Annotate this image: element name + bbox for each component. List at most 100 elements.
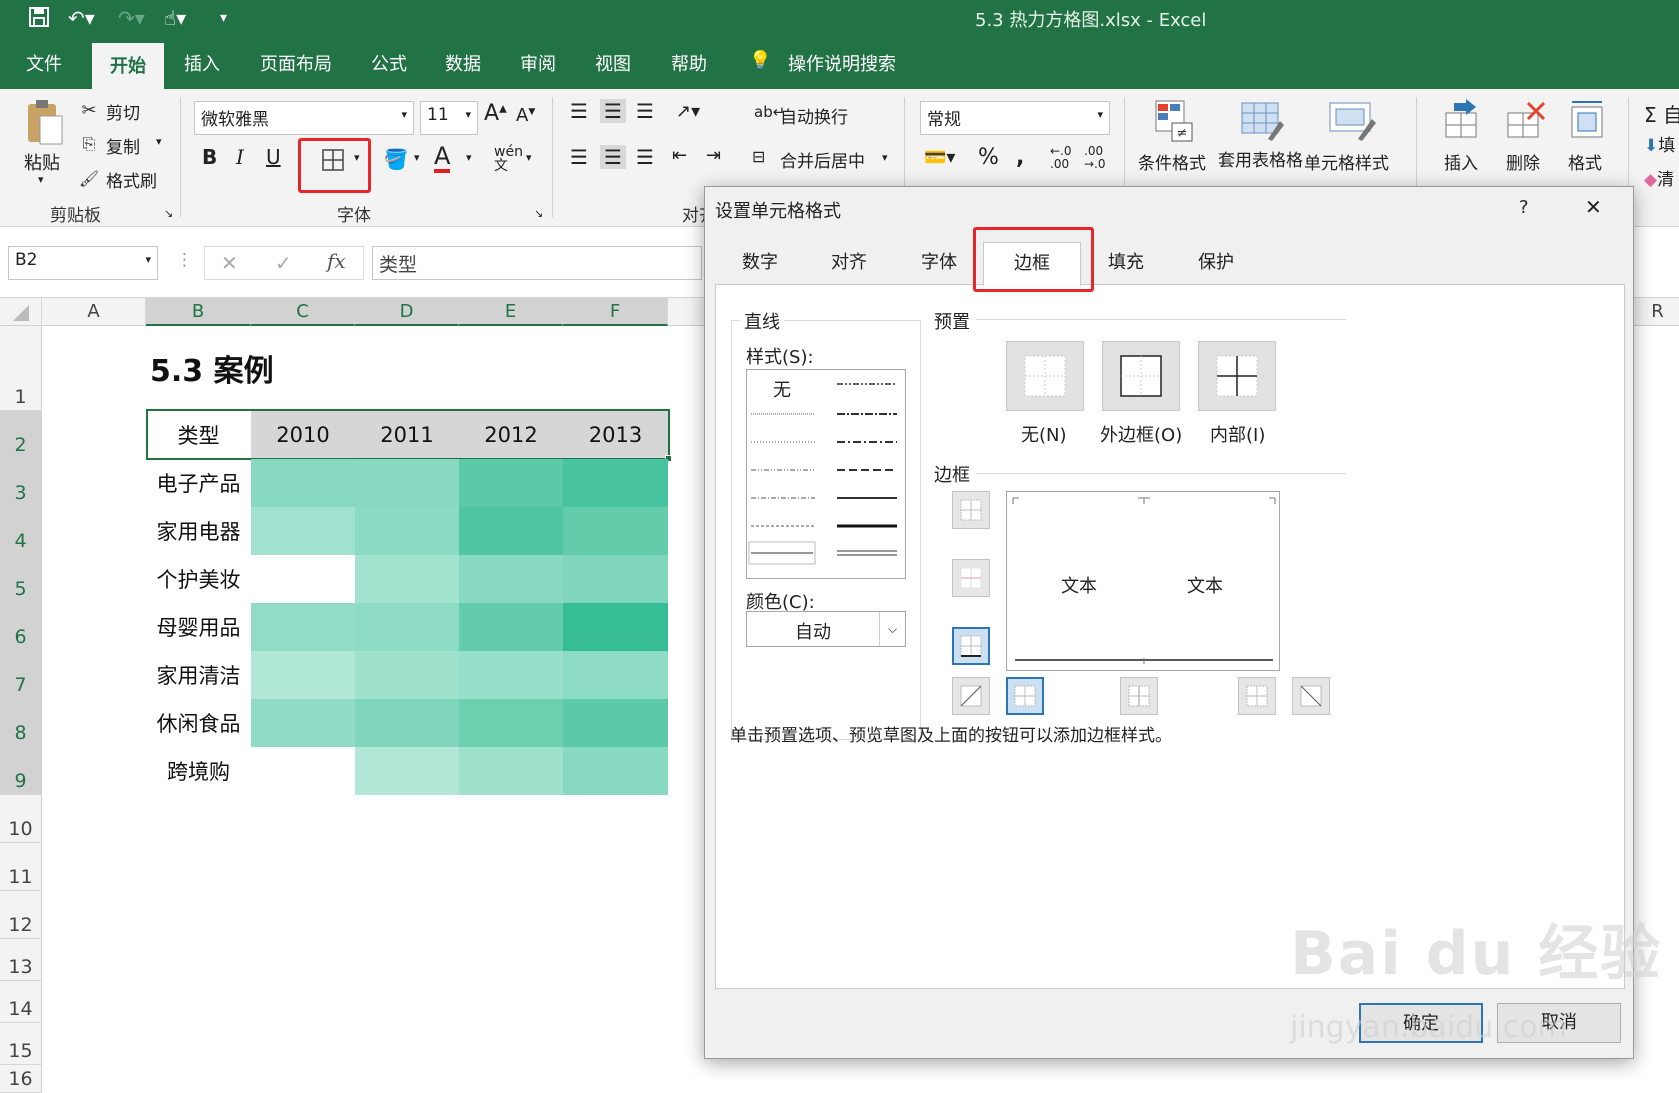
column-header-r[interactable]: R (1636, 298, 1679, 326)
category-cell[interactable]: 母婴用品 (146, 603, 251, 651)
category-cell[interactable]: 电子产品 (146, 459, 251, 507)
color-picker[interactable]: 自动 ⌵ (746, 611, 906, 647)
row-header-2[interactable]: 2 (0, 411, 42, 459)
insert-cells-button[interactable]: 插入 (1444, 149, 1478, 174)
decrease-indent-icon[interactable]: ⇤ (672, 145, 687, 166)
category-cell[interactable]: 家用清洁 (146, 651, 251, 699)
heatmap-cell[interactable] (459, 699, 563, 747)
clear-button[interactable]: ◆清 (1644, 165, 1674, 190)
border-inside-vertical-icon[interactable] (1120, 677, 1158, 715)
font-color-icon[interactable]: A (434, 143, 451, 173)
heatmap-cell[interactable] (251, 747, 355, 795)
merge-center-button[interactable]: 合并后居中 (780, 147, 865, 172)
font-color-dropdown-icon[interactable]: ▾ (466, 151, 472, 164)
tell-me-search[interactable]: 操作说明搜索 (784, 50, 900, 76)
cell-styles-button[interactable]: 单元格样式 (1304, 149, 1389, 174)
dialog-tab-number[interactable]: 数字 (717, 242, 803, 284)
cut-button[interactable]: 剪切 (106, 99, 140, 124)
preset-none-icon[interactable] (1006, 341, 1084, 411)
row-header-3[interactable]: 3 (0, 459, 42, 507)
line-style-list[interactable]: 无 (746, 369, 906, 579)
table-format-button[interactable]: 套用表格格式 (1218, 149, 1308, 173)
copy-dropdown-icon[interactable]: ▾ (156, 135, 162, 148)
row-header-13[interactable]: 13 (0, 939, 42, 981)
confirm-entry-icon[interactable]: ✓ (275, 251, 292, 275)
heatmap-cell[interactable] (251, 459, 355, 507)
row-header-16[interactable]: 16 (0, 1065, 42, 1093)
heatmap-cell[interactable] (563, 747, 668, 795)
tab-file[interactable]: 文件 (22, 50, 66, 76)
phonetic-icon[interactable]: wén 文 (494, 145, 523, 173)
border-inside-horizontal-icon[interactable] (952, 559, 990, 597)
help-button[interactable]: ? (1519, 197, 1529, 218)
tab-data[interactable]: 数据 (441, 50, 485, 76)
row-header-5[interactable]: 5 (0, 555, 42, 603)
heatmap-cell[interactable] (355, 747, 459, 795)
column-header-e[interactable]: E (459, 298, 563, 326)
bold-button[interactable]: B (202, 145, 217, 169)
heatmap-cell[interactable] (563, 459, 668, 507)
paste-dropdown-icon[interactable]: ▾ (38, 173, 44, 186)
autosum-button[interactable]: Σ 自 (1644, 99, 1679, 128)
heatmap-cell[interactable] (459, 555, 563, 603)
heatmap-cell[interactable] (251, 699, 355, 747)
heatmap-cell[interactable] (355, 603, 459, 651)
fill-color-dropdown-icon[interactable]: ▾ (414, 151, 420, 164)
name-box[interactable]: B2 ▾ (8, 246, 158, 280)
dialog-tab-font[interactable]: 字体 (895, 242, 983, 284)
row-header-9[interactable]: 9 (0, 747, 42, 795)
save-icon[interactable] (28, 6, 50, 33)
increase-decimal-icon[interactable]: ←.0.00 (1050, 145, 1072, 171)
heatmap-cell[interactable] (251, 603, 355, 651)
border-top-icon[interactable] (952, 491, 990, 529)
format-painter-button[interactable]: 格式刷 (106, 167, 157, 192)
heatmap-cell[interactable] (563, 555, 668, 603)
align-top-icon[interactable]: ☰ (570, 99, 588, 123)
row-header-12[interactable]: 12 (0, 891, 42, 939)
line-style-samples[interactable] (747, 370, 907, 580)
row-header-4[interactable]: 4 (0, 507, 42, 555)
heatmap-cell[interactable] (563, 507, 668, 555)
shrink-font-icon[interactable]: A▼ (516, 105, 535, 126)
underline-button[interactable]: U (266, 145, 281, 169)
italic-button[interactable]: I (236, 145, 244, 169)
phonetic-dropdown-icon[interactable]: ▾ (526, 151, 532, 164)
lightbulb-icon[interactable]: 💡 (745, 50, 775, 71)
font-size-box[interactable]: 11 ▾ (420, 101, 478, 135)
column-header-c[interactable]: C (251, 298, 355, 326)
dialog-tab-protection[interactable]: 保护 (1171, 242, 1261, 284)
chevron-down-icon[interactable]: ⌵ (879, 612, 905, 646)
undo-icon[interactable]: ↶▾ (68, 6, 95, 30)
conditional-format-button[interactable]: 条件格式 (1138, 149, 1206, 174)
category-cell[interactable]: 休闲食品 (146, 699, 251, 747)
formula-input[interactable]: 类型 (372, 246, 702, 280)
tab-view[interactable]: 视图 (591, 50, 635, 76)
touch-mode-icon[interactable]: ☝▾ (164, 6, 186, 30)
heatmap-cell[interactable] (355, 651, 459, 699)
row-header-6[interactable]: 6 (0, 603, 42, 651)
comma-style-icon[interactable]: , (1016, 145, 1024, 170)
dialog-tab-alignment[interactable]: 对齐 (803, 242, 895, 284)
close-button[interactable]: ✕ (1585, 195, 1602, 219)
align-middle-icon[interactable]: ☰ (600, 99, 626, 123)
preset-inside-icon[interactable] (1198, 341, 1276, 411)
grow-font-icon[interactable]: A▲ (484, 101, 507, 126)
copy-button[interactable]: 复制 (106, 133, 140, 158)
tab-formulas[interactable]: 公式 (367, 50, 411, 76)
decrease-decimal-icon[interactable]: .00 →.0 (1084, 145, 1106, 171)
tab-help[interactable]: 帮助 (667, 50, 711, 76)
heatmap-cell[interactable] (355, 555, 459, 603)
preset-outline-label[interactable]: 外边框(O) (1100, 421, 1182, 447)
insert-function-icon[interactable]: fx (327, 249, 346, 273)
heatmap-cell[interactable] (355, 507, 459, 555)
row-header-8[interactable]: 8 (0, 699, 42, 747)
heatmap-cell[interactable] (459, 459, 563, 507)
sheet-title[interactable]: 5.3 案例 (150, 346, 550, 390)
heatmap-cell[interactable] (251, 507, 355, 555)
paste-button[interactable]: 粘贴 (24, 149, 60, 175)
category-cell[interactable]: 个护美妆 (146, 555, 251, 603)
heatmap-cell[interactable] (251, 651, 355, 699)
delete-cells-button[interactable]: 删除 (1506, 149, 1540, 174)
border-bottom-icon[interactable] (952, 627, 990, 665)
align-center-icon[interactable]: ☰ (600, 145, 626, 169)
